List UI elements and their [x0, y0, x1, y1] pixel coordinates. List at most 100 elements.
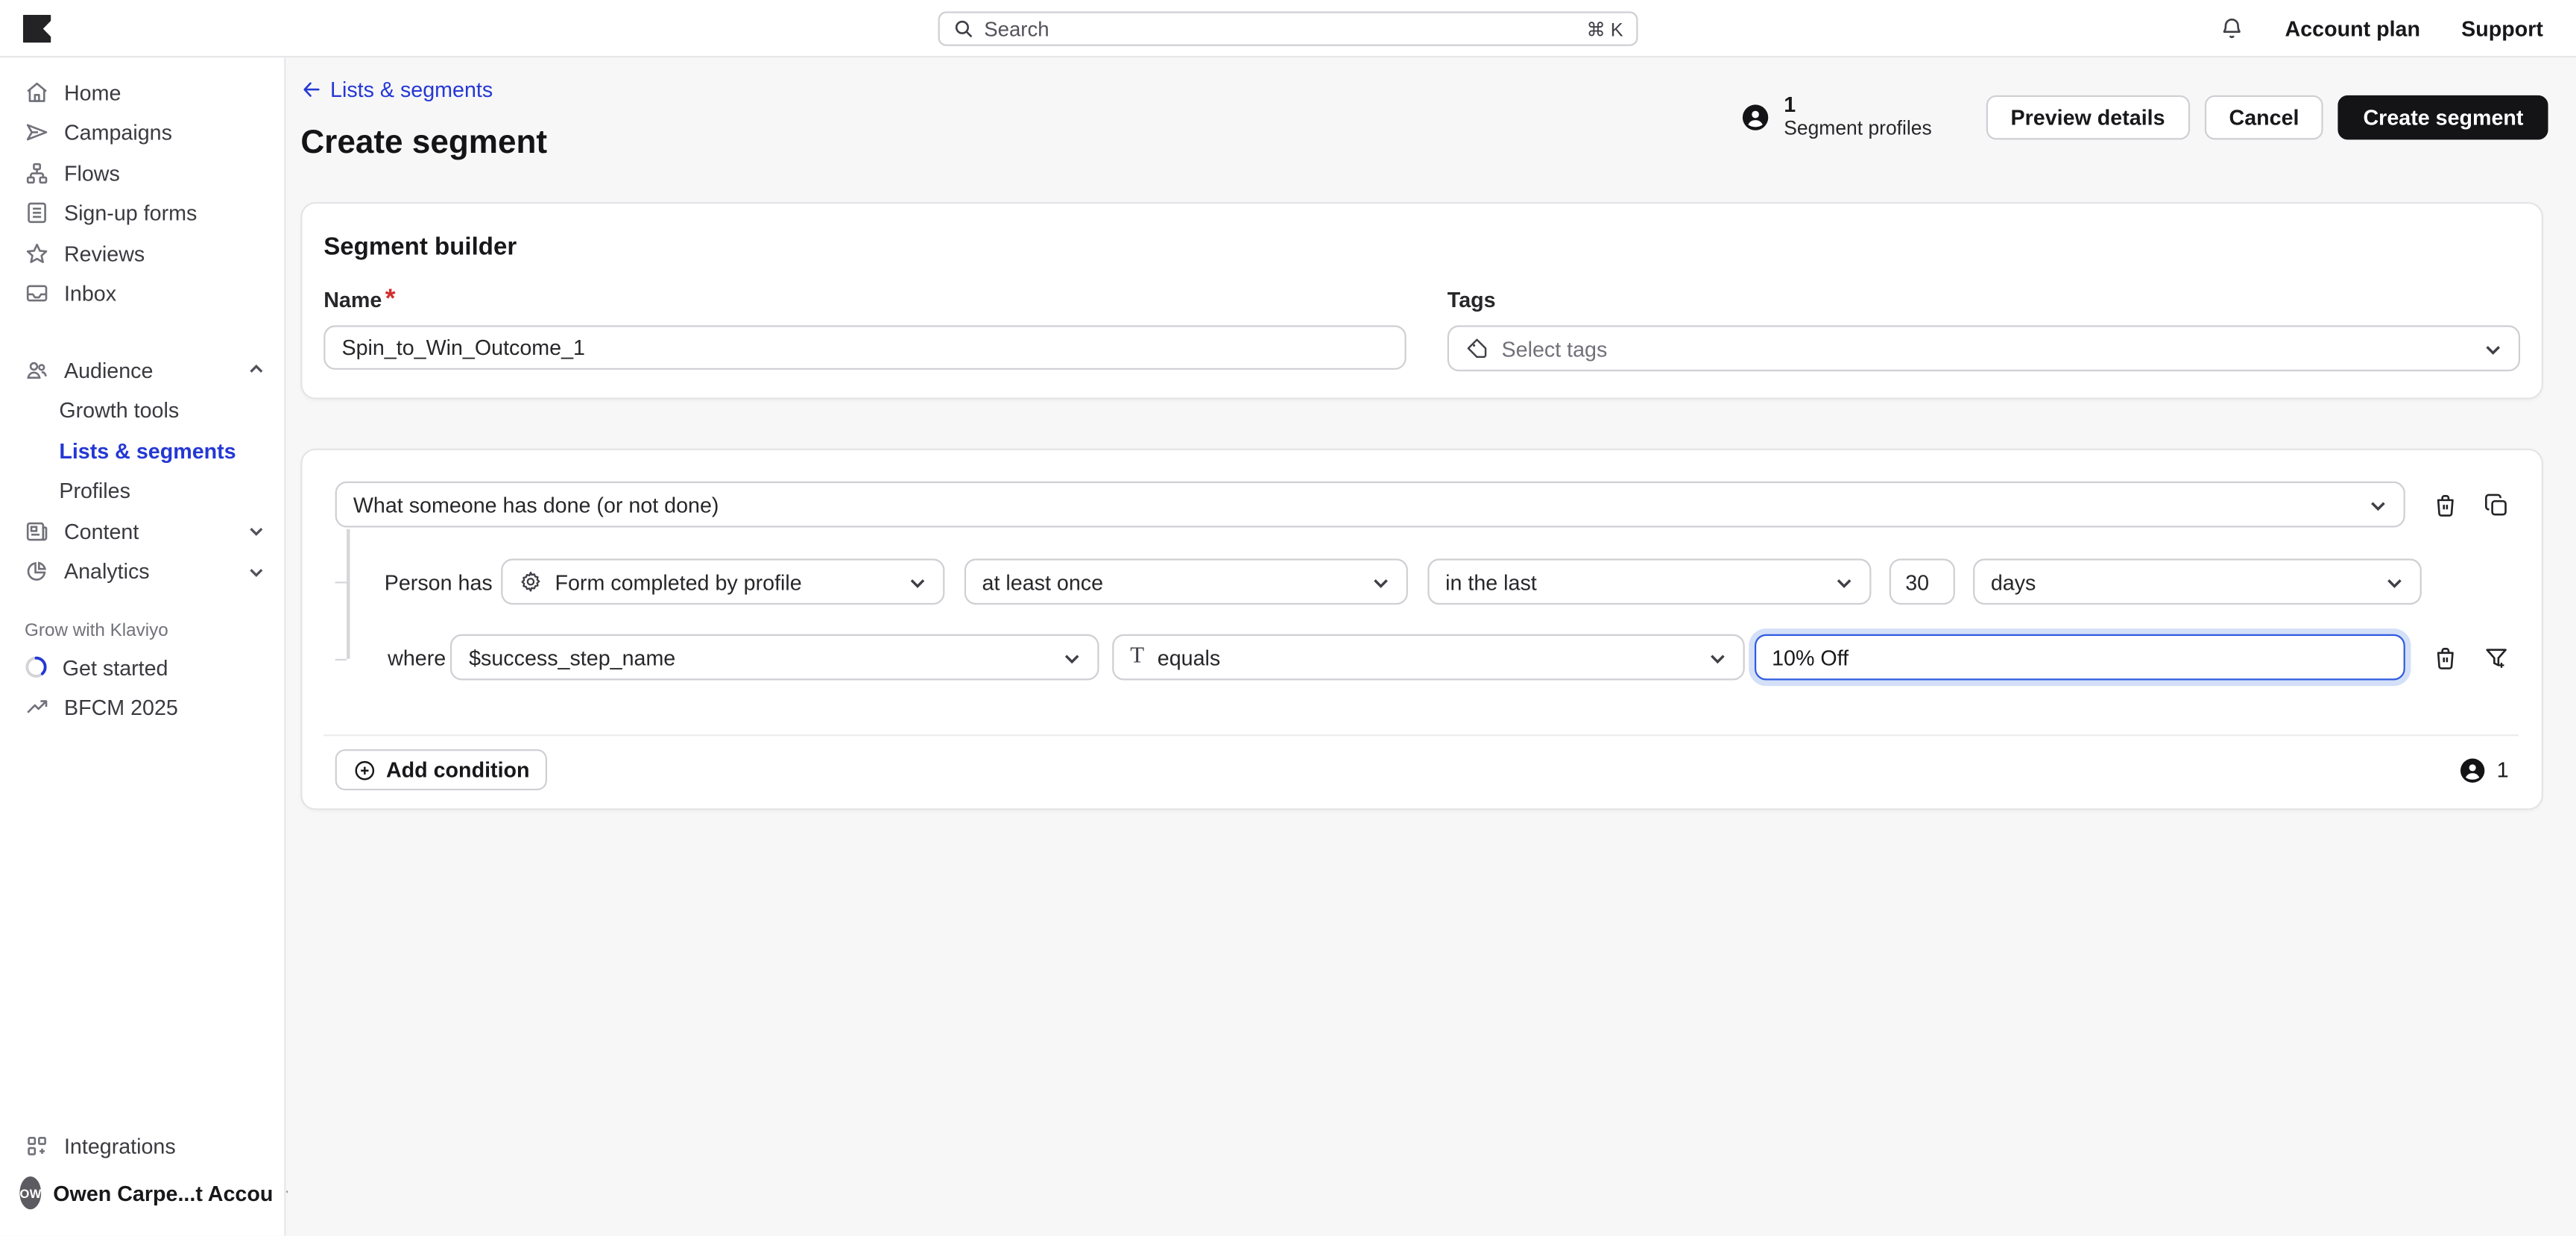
- chevron-down-icon: [248, 563, 265, 579]
- sidebar-item-profiles[interactable]: Profiles: [0, 470, 284, 511]
- tags-select[interactable]: Select tags: [1448, 325, 2520, 371]
- sidebar-item-get-started[interactable]: Get started: [0, 647, 284, 687]
- tag-icon: [1465, 337, 1489, 360]
- sidebar-label: Get started: [63, 655, 168, 680]
- timeframe-unit-select[interactable]: days: [1973, 558, 2422, 605]
- chevron-up-icon: [248, 362, 265, 378]
- account-name: Owen Carpe...t Accou: [53, 1181, 273, 1205]
- topbar-right: Account plan Support: [2219, 0, 2543, 57]
- home-icon: [25, 80, 49, 104]
- condition-behavior-row: Person has Form completed by profile at …: [335, 558, 2509, 605]
- sidebar-item-lists-segments[interactable]: Lists & segments: [0, 430, 284, 470]
- sidebar-item-analytics[interactable]: Analytics: [0, 551, 284, 591]
- sidebar-item-bfcm[interactable]: BFCM 2025: [0, 687, 284, 728]
- segment-name-input[interactable]: [323, 325, 1407, 370]
- breadcrumb[interactable]: Lists & segments: [300, 78, 493, 102]
- sidebar-label: Home: [64, 80, 121, 104]
- name-field-group: Name*: [323, 286, 1407, 372]
- condition-card: What someone has done (or not done) Pers…: [300, 449, 2543, 810]
- operator-select[interactable]: T equals: [1112, 634, 1744, 681]
- create-segment-button[interactable]: Create segment: [2338, 95, 2548, 140]
- sidebar-item-campaigns[interactable]: Campaigns: [0, 113, 284, 153]
- text-type-icon: T: [1130, 646, 1144, 669]
- search-input[interactable]: [984, 17, 1576, 40]
- duplicate-condition-icon[interactable]: [2484, 492, 2509, 517]
- notifications-bell-icon[interactable]: [2219, 16, 2244, 41]
- timeframe-number-input[interactable]: [1889, 558, 1954, 605]
- sidebar-item-audience[interactable]: Audience: [0, 350, 284, 390]
- sidebar-item-reviews[interactable]: Reviews: [0, 233, 284, 274]
- progress-circle-icon: [25, 656, 48, 679]
- profiles-count: 1: [1784, 94, 1931, 119]
- segment-profiles-summary: 1 Segment profiles: [1741, 94, 1932, 141]
- add-condition-button[interactable]: Add condition: [335, 749, 548, 790]
- sidebar-label: Analytics: [64, 559, 150, 584]
- chevron-down-icon: [2385, 573, 2403, 590]
- inbox-icon: [25, 281, 49, 306]
- add-filter-icon[interactable]: [2484, 645, 2509, 669]
- account-plan-link[interactable]: Account plan: [2285, 16, 2420, 41]
- frequency-select[interactable]: at least once: [964, 558, 1407, 605]
- tree-connector-tick: [335, 581, 347, 583]
- star-icon: [25, 241, 49, 265]
- tree-connector-tick: [335, 658, 347, 660]
- person-circle-icon: [2459, 757, 2485, 783]
- chevron-down-icon: [1063, 649, 1081, 666]
- sidebar-item-inbox[interactable]: Inbox: [0, 274, 284, 314]
- tags-placeholder: Select tags: [1502, 336, 1608, 361]
- support-link[interactable]: Support: [2461, 16, 2543, 41]
- sidebar-item-home[interactable]: Home: [0, 72, 284, 113]
- condition-count-value: 1: [2497, 757, 2509, 782]
- app-window: ⌘ K Account plan Support Home Campaigns …: [0, 0, 2576, 1235]
- chevron-down-icon: [2369, 496, 2387, 514]
- sidebar-item-growth-tools[interactable]: Growth tools: [0, 390, 284, 430]
- global-search[interactable]: ⌘ K: [938, 11, 1638, 45]
- sidebar-item-content[interactable]: Content: [0, 511, 284, 551]
- sidebar-label: BFCM 2025: [64, 696, 178, 720]
- metric-select[interactable]: Form completed by profile: [501, 558, 944, 605]
- sidebar-label: Inbox: [64, 281, 116, 306]
- search-shortcut: ⌘ K: [1586, 17, 1623, 40]
- sidebar-bottom: Integrations OW Owen Carpe...t Accou: [0, 1126, 284, 1220]
- profiles-label: Segment profiles: [1784, 119, 1931, 141]
- sidebar-item-flows[interactable]: Flows: [0, 153, 284, 193]
- sidebar-label: Content: [64, 519, 139, 543]
- operator-value: equals: [1158, 645, 1220, 669]
- flow-icon: [25, 160, 49, 185]
- chevron-down-icon: [1371, 573, 1389, 590]
- timeframe-unit-value: days: [1991, 570, 2036, 594]
- plus-circle-icon: [353, 758, 376, 781]
- property-select[interactable]: $success_step_name: [451, 634, 1099, 681]
- condition-definition-value: What someone has done (or not done): [353, 492, 719, 517]
- chevron-down-icon: [908, 573, 926, 590]
- delete-filter-icon[interactable]: [2433, 645, 2457, 669]
- cancel-button[interactable]: Cancel: [2204, 95, 2323, 140]
- klaviyo-logo-icon[interactable]: [23, 15, 51, 42]
- header-actions: 1 Segment profiles Preview details Cance…: [1741, 94, 2548, 141]
- where-label: where: [388, 645, 446, 669]
- chevron-down-icon: [1834, 573, 1852, 590]
- sidebar-item-signup-forms[interactable]: Sign-up forms: [0, 193, 284, 233]
- property-value-input[interactable]: [1754, 634, 2405, 681]
- delete-condition-icon[interactable]: [2433, 492, 2457, 517]
- preview-details-button[interactable]: Preview details: [1986, 95, 2189, 140]
- main-content: Lists & segments Create segment 1 Segmen…: [288, 57, 2576, 1235]
- condition-definition-row: What someone has done (or not done): [335, 482, 2509, 528]
- tags-label: Tags: [1448, 288, 1496, 312]
- audience-icon: [25, 358, 49, 382]
- timeframe-value: in the last: [1445, 570, 1537, 594]
- account-menu[interactable]: OW Owen Carpe...t Accou: [0, 1167, 284, 1220]
- sidebar-item-integrations[interactable]: Integrations: [0, 1126, 284, 1167]
- required-asterisk: *: [385, 286, 396, 314]
- condition-footer: Add condition 1: [323, 734, 2519, 808]
- property-value: $success_step_name: [469, 645, 675, 669]
- condition-profile-count: 1: [2459, 757, 2509, 783]
- chevron-down-icon: [2484, 339, 2502, 357]
- back-arrow-icon: [300, 79, 322, 101]
- condition-definition-select[interactable]: What someone has done (or not done): [335, 482, 2405, 528]
- timeframe-select[interactable]: in the last: [1427, 558, 1871, 605]
- name-label: Name: [323, 288, 382, 312]
- breadcrumb-label: Lists & segments: [330, 78, 493, 102]
- sidebar-label: Campaigns: [64, 120, 172, 145]
- person-has-label: Person has: [385, 570, 493, 594]
